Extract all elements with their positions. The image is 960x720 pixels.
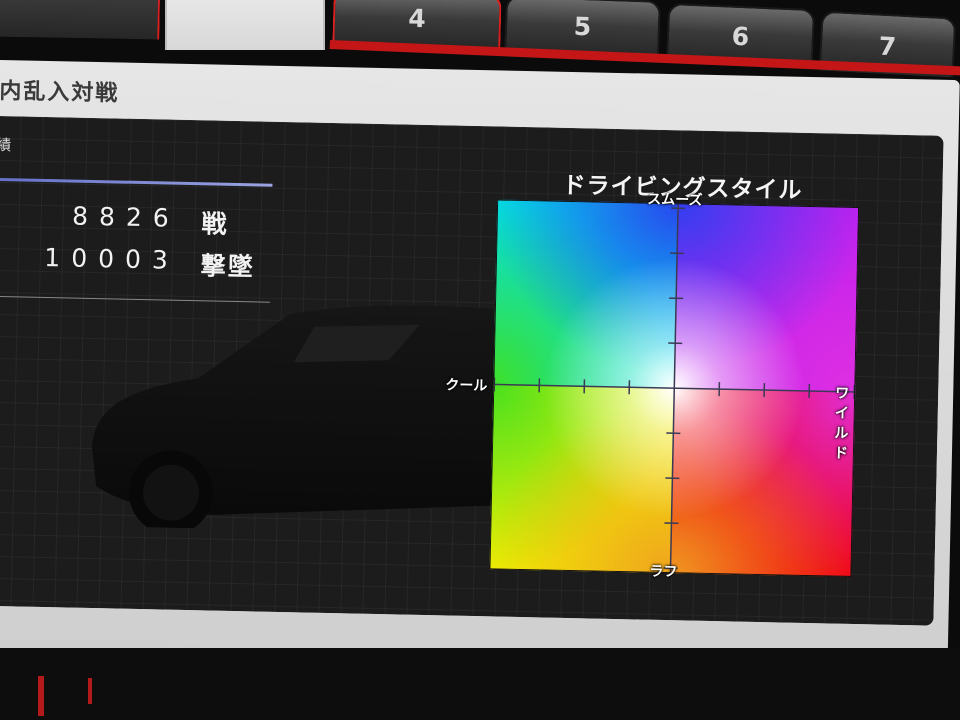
battle-count-unit: 戦: [201, 209, 229, 239]
stats-divider-top: [0, 177, 273, 187]
car-silhouette: [91, 305, 520, 535]
kill-count-value: 10003: [44, 242, 180, 275]
stats-area: 績 8826 戦 10003 撃墜 ドライビングスタイル スムーズ ラフ クール…: [0, 115, 944, 626]
axis-label-rough: ラフ: [649, 563, 678, 581]
tab-4-label: 4: [407, 3, 427, 34]
axis-label-smooth: スムーズ: [647, 191, 703, 209]
battle-count-value: 8826: [71, 201, 181, 233]
stats-label: 績: [0, 135, 12, 155]
tab-2[interactable]: 2: [0, 0, 161, 40]
led-light: [88, 678, 92, 704]
driving-style-chart: スムーズ ラフ クール ワイルド: [313, 115, 944, 626]
axis-label-wild: ワイルド: [833, 385, 850, 462]
battle-count-row: 8826 戦: [0, 196, 272, 242]
kill-count-row: 10003 撃墜: [0, 238, 271, 284]
tab-7-label: 7: [877, 31, 897, 62]
kill-count-unit: 撃墜: [200, 251, 256, 282]
tab-3[interactable]: 3: [165, 0, 325, 50]
driving-style-map: [313, 115, 944, 626]
led-light: [38, 676, 44, 716]
cabinet-bezel: [0, 648, 960, 720]
results-panel: 内乱入対戦 績 8826 戦 10003 撃墜 ドライビングスタイル スムーズ …: [0, 60, 960, 670]
axis-label-cool: クール: [445, 377, 488, 395]
tab-5-label: 5: [573, 11, 592, 42]
panel-title: 内乱入対戦: [0, 78, 120, 107]
tab-6-label: 6: [731, 21, 750, 52]
